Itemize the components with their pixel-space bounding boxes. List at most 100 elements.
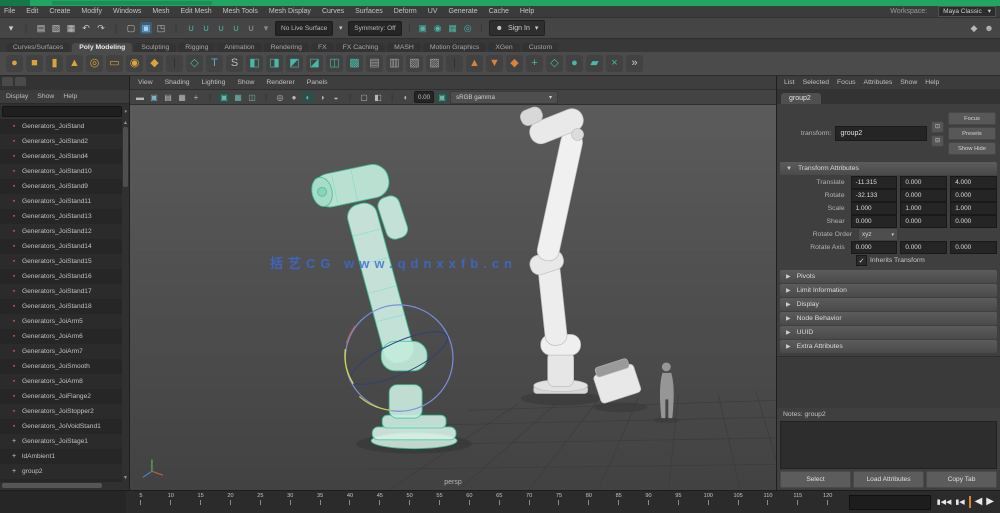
value-field-y[interactable]: 0.000 — [900, 241, 947, 254]
value-field-x[interactable]: 0.000 — [851, 215, 898, 228]
snap-grid-icon[interactable]: ∪ — [185, 22, 197, 34]
attribute-editor-footer-button[interactable]: Copy Tab — [926, 471, 997, 488]
menu-item[interactable]: Curves — [322, 8, 344, 15]
attribute-editor-side-button[interactable]: Focus — [948, 112, 996, 125]
menu-item[interactable]: Mesh — [152, 8, 169, 15]
shadows-icon[interactable]: ◒ — [330, 92, 342, 103]
rotate-order-dropdown[interactable]: xyz ▾ — [858, 228, 898, 241]
platonic-solid-icon[interactable]: ◆ — [146, 55, 163, 72]
poly-disc-icon[interactable]: ◉ — [126, 55, 143, 72]
snap-point-icon[interactable]: ∪ — [215, 22, 227, 34]
snap-surface-icon[interactable]: ∪ — [245, 22, 257, 34]
undo-icon[interactable]: ↶ — [80, 22, 92, 34]
menu-item[interactable]: Deform — [394, 8, 417, 15]
outliner-row[interactable]: ▪ Generators_JoiStand17 — [0, 284, 129, 299]
center-pivot-icon[interactable]: + — [526, 55, 543, 72]
outliner-row[interactable]: ▪ Generators_JoiArm6 — [0, 329, 129, 344]
attribute-editor-footer-button[interactable]: Select — [780, 471, 851, 488]
value-field-z[interactable]: 4.000 — [950, 176, 997, 189]
menu-item[interactable]: Edit Mesh — [181, 8, 212, 15]
shelf-tab[interactable]: Animation — [217, 43, 261, 52]
xray-icon[interactable]: ◧ — [372, 92, 384, 103]
color-management-icon[interactable]: ▣ — [436, 92, 448, 103]
attribute-editor-menu-item[interactable]: List — [784, 79, 795, 86]
wireframe-icon[interactable]: ◎ — [274, 92, 286, 103]
divider[interactable]: | — [110, 22, 122, 34]
type-tool-icon[interactable]: T — [206, 55, 223, 72]
bevel-icon[interactable]: ▥ — [386, 55, 403, 72]
attribute-editor-menu-item[interactable]: Help — [925, 79, 939, 86]
sign-in-dropdown[interactable]: ☻ Sign In ▾ — [489, 20, 546, 36]
shelf-tab[interactable]: Rendering — [264, 43, 309, 52]
camera-attributes-icon[interactable]: ▣ — [148, 92, 160, 103]
collapsed-section[interactable]: ▶ UUID — [780, 326, 997, 339]
play-backwards-icon[interactable]: ◀ — [975, 497, 983, 507]
divider[interactable]: | — [204, 92, 216, 103]
outliner-menu-item[interactable]: Show — [37, 93, 54, 100]
value-field-x[interactable]: -11.315 — [851, 176, 898, 189]
redo-icon[interactable]: ↷ — [95, 22, 107, 34]
outliner-row[interactable]: ▪ Generators_JoiStand14 — [0, 239, 129, 254]
shelf-tab[interactable]: MASH — [387, 43, 421, 52]
exposure-field[interactable]: 0.00 — [414, 91, 434, 103]
outliner-menu-item[interactable]: Display — [6, 93, 28, 100]
lighting-icon[interactable]: ◑ — [316, 92, 328, 103]
section-transform-attributes[interactable]: ▼ Transform Attributes — [780, 162, 997, 175]
menu-item[interactable]: Edit — [26, 8, 38, 15]
menu-item[interactable]: Create — [49, 8, 70, 15]
workspace-dropdown[interactable]: Maya Classic ▾ — [938, 6, 996, 17]
attribute-editor-side-button[interactable]: Show Hide — [948, 142, 996, 155]
character-controls-icon[interactable]: ☻ — [983, 22, 995, 34]
bookmarks-icon[interactable]: ▤ — [162, 92, 174, 103]
shelf-tab[interactable]: XGen — [488, 43, 519, 52]
shelf-tab[interactable]: Poly Modeling — [72, 43, 132, 52]
show-output-connections-icon[interactable]: ⊟ — [931, 135, 944, 147]
select-object-icon[interactable]: ▣ — [140, 22, 152, 34]
attribute-editor-menu-item[interactable]: Focus — [837, 79, 856, 86]
shelf-tab[interactable]: Sculpting — [134, 43, 176, 52]
menu-item[interactable]: Generate — [448, 8, 477, 15]
scroll-up-icon[interactable]: ▲ — [122, 120, 129, 126]
attribute-editor-menu-item[interactable]: Attributes — [864, 79, 893, 86]
lock-camera-icon[interactable]: ▬ — [134, 92, 146, 103]
outliner-row[interactable]: ▪ Generators_JoiStand12 — [0, 224, 129, 239]
outliner-row[interactable]: ▪ Generators_JoiStand11 — [0, 194, 129, 209]
render-icon[interactable]: ▣ — [417, 22, 429, 34]
outliner-vertical-scrollbar[interactable]: ▲ ▼ — [122, 119, 129, 482]
sweep-mesh-icon[interactable]: ◇ — [186, 55, 203, 72]
outliner-row[interactable]: ▪ Generators_JoiStand16 — [0, 269, 129, 284]
outliner-menu-item[interactable]: Help — [63, 93, 77, 100]
outliner-row[interactable]: ▪ Generators_JoiArm8 — [0, 374, 129, 389]
outliner-row[interactable]: + Generators_JoiStage1 — [0, 434, 129, 449]
collapsed-section[interactable]: ▶ Extra Attributes — [780, 340, 997, 353]
svg-tool-icon[interactable]: S — [226, 55, 243, 72]
current-frame-field[interactable] — [849, 495, 931, 510]
menu-item[interactable]: Modify — [81, 8, 102, 15]
chevron-down-icon[interactable]: ▾ — [336, 22, 345, 34]
chevron-down-icon[interactable]: ▾ — [124, 109, 127, 115]
snap-curve-icon[interactable]: ∪ — [200, 22, 212, 34]
shaded-icon[interactable]: ● — [288, 92, 300, 103]
collapsed-section[interactable]: ▶ Limit Information — [780, 284, 997, 297]
outliner-row[interactable]: ▪ Generators_JoiStand15 — [0, 254, 129, 269]
outliner-row[interactable]: ▪ Generators_JoiStand4 — [0, 149, 129, 164]
value-field-x[interactable]: -32.133 — [851, 189, 898, 202]
viewport-menu-item[interactable]: Lighting — [202, 79, 226, 86]
shelf-tab[interactable]: Rigging — [178, 43, 215, 52]
attribute-editor-menu-item[interactable]: Selected — [803, 79, 829, 86]
viewport-menu-item[interactable]: Show — [237, 79, 254, 86]
menu-item[interactable]: Mesh Display — [269, 8, 311, 15]
viewport-canvas[interactable]: 括艺CG www.qdnxxfb.cn persp — [130, 105, 776, 490]
freeze-transform-icon[interactable]: ◇ — [546, 55, 563, 72]
render-settings-icon[interactable]: ◎ — [462, 22, 474, 34]
soften-edge-icon[interactable]: ▰ — [586, 55, 603, 72]
poly-sphere-icon[interactable]: ● — [6, 55, 23, 72]
boolean-union-icon[interactable]: ◧ — [246, 55, 263, 72]
select-component-icon[interactable]: ◳ — [155, 22, 167, 34]
view-transform-dropdown[interactable]: sRGB gamma ▾ — [450, 91, 558, 104]
collapsed-section[interactable]: ▶ Node Behavior — [780, 312, 997, 325]
boolean-intersect-icon[interactable]: ◩ — [286, 55, 303, 72]
value-field-z[interactable]: 0.000 — [950, 241, 997, 254]
outliner-row[interactable]: ▪ Generators_JoiStand10 — [0, 164, 129, 179]
value-field-y[interactable]: 0.000 — [900, 189, 947, 202]
